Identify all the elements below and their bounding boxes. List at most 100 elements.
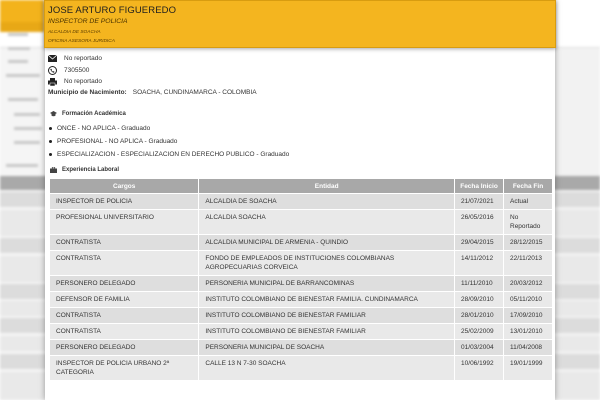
cell-cargo: PROFESIONAL UNIVERSITARIO [50,210,199,234]
cell-fecha-fin: 20/03/2012 [504,276,552,291]
background-accent-bar [0,0,44,22]
table-row: INSPECTOR DE POLICIA ALCALDIA DE SOACHA … [50,194,552,209]
profile-title: INSPECTOR DE POLICIA [48,18,128,25]
background-line [8,33,28,36]
cell-cargo: PERSONERO DELEGADO [50,276,199,291]
education-title: Formación Académica [62,110,126,117]
background-line [6,164,38,167]
cell-fecha-fin: 05/11/2010 [504,292,552,307]
contact-phone: 7305500 [64,67,90,74]
birthplace-value: SOACHA, CUNDINAMARCA - COLOMBIA [132,89,257,96]
cell-fecha-inicio: 10/06/1992 [455,356,503,380]
cell-fecha-fin: 22/11/2013 [504,251,552,275]
background-accent-bar-2 [0,22,44,32]
education-item-label: PROFESIONAL - NO APLICA - Graduado [57,138,178,145]
cell-entidad: FONDO DE EMPLEADOS DE INSTITUCIONES COLO… [199,251,455,275]
cell-fecha-fin: 19/01/1999 [504,356,552,380]
table-row: PERSONERO DELEGADO PERSONERIA MUNICIPAL … [50,276,552,291]
briefcase-icon [50,166,57,173]
cell-fecha-fin: 11/04/2008 [504,340,552,355]
cell-entidad: CALLE 13 N 7-30 SOACHA [199,356,455,380]
cell-fecha-fin: Actual [504,194,552,209]
cell-entidad: PERSONERIA MUNICIPAL DE BARRANCOMINAS [199,276,455,291]
cell-fecha-inicio: 21/07/2021 [455,194,503,209]
education-item-label: ONCE - NO APLICA - Graduado [57,125,151,132]
education-icon [50,110,57,117]
table-row: DEFENSOR DE FAMILIA INSTITUTO COLOMBIANO… [50,292,552,307]
education-item-label: ESPECIALIZACION - ESPECIALIZACION EN DER… [57,151,290,158]
background-line [14,127,42,130]
cell-entidad: ALCALDIA SOACHA [199,210,455,234]
table-row: CONTRATISTA ALCALDIA MUNICIPAL DE ARMENI… [50,235,552,250]
cell-cargo: DEFENSOR DE FAMILIA [50,292,199,307]
cell-entidad: PERSONERIA MUNICIPAL DE SOACHA [199,340,455,355]
cell-entidad: INSTITUTO COLOMBIANO DE BIENESTAR FAMILI… [199,308,455,323]
cell-cargo: CONTRATISTA [50,308,199,323]
cell-fecha-inicio: 26/05/2016 [455,210,503,234]
cell-entidad: INSTITUTO COLOMBIANO DE BIENESTAR FAMILI… [199,292,455,307]
cell-fecha-inicio: 28/01/2010 [455,308,503,323]
profile-entity: ALCALDIA DE SOACHA [48,30,101,35]
profile-name: JOSE ARTURO FIGUEREDO [48,5,177,16]
background-line [8,60,28,63]
profile-card: JOSE ARTURO FIGUEREDO INSPECTOR DE POLIC… [44,0,556,400]
cell-fecha-inicio: 29/04/2015 [455,235,503,250]
experience-table: Cargos Entidad Fecha Inicio Fecha Fin IN… [49,178,553,381]
background-line [14,141,40,144]
table-row: INSPECTOR DE POLICIA URBANO 2ª CATEGORIA… [50,356,552,380]
contact-fax-row: No reportado [48,76,248,87]
cell-cargo: CONTRATISTA [50,251,199,275]
column-header-entidad: Entidad [199,179,455,193]
cell-fecha-inicio: 25/02/2009 [455,324,503,339]
cell-cargo: INSPECTOR DE POLICIA URBANO 2ª CATEGORIA [50,356,199,380]
background-line [8,98,38,101]
column-header-cargos: Cargos [50,179,199,193]
education-list: ONCE - NO APLICA - Graduado PROFESIONAL … [49,122,289,161]
cell-fecha-inicio: 01/03/2004 [455,340,503,355]
cell-fecha-inicio: 14/11/2012 [455,251,503,275]
bullet-icon [49,127,52,130]
table-row: CONTRATISTA FONDO DE EMPLEADOS DE INSTIT… [50,251,552,275]
column-header-fecha-fin: Fecha Fin [504,179,552,193]
education-item: ESPECIALIZACION - ESPECIALIZACION EN DER… [49,148,289,161]
birthplace-row: Municipio de Nacimiento: SOACHA, CUNDINAM… [48,89,257,96]
education-section-title: Formación Académica [50,110,126,117]
birthplace-label: Municipio de Nacimiento: [48,89,127,96]
contact-phone-row: 7305500 [48,65,248,76]
table-row: CONTRATISTA INSTITUTO COLOMBIANO DE BIEN… [50,324,552,339]
cell-fecha-inicio: 11/11/2010 [455,276,503,291]
background-line [8,47,30,50]
contact-email: No reportado [64,55,102,62]
cell-cargo: INSPECTOR DE POLICIA [50,194,199,209]
bullet-icon [49,153,52,156]
profile-header: JOSE ARTURO FIGUEREDO INSPECTOR DE POLIC… [44,0,556,48]
fax-icon [48,77,57,86]
phone-icon [48,66,57,75]
cell-fecha-fin: 28/12/2015 [504,235,552,250]
bullet-icon [49,140,52,143]
profile-office: OFICINA ASESORA JURIDICA [48,39,115,44]
cell-fecha-fin: No Reportado [504,210,552,234]
cell-cargo: PERSONERO DELEGADO [50,340,199,355]
cell-cargo: CONTRATISTA [50,324,199,339]
table-row: CONTRATISTA INSTITUTO COLOMBIANO DE BIEN… [50,308,552,323]
cell-entidad: ALCALDIA DE SOACHA [199,194,455,209]
column-header-fecha-inicio: Fecha Inicio [455,179,503,193]
education-item: PROFESIONAL - NO APLICA - Graduado [49,135,289,148]
cell-fecha-inicio: 28/09/2010 [455,292,503,307]
contact-fax: No reportado [64,78,102,85]
background-line [14,113,40,116]
education-item: ONCE - NO APLICA - Graduado [49,122,289,135]
experience-title: Experiencia Laboral [62,166,120,173]
background-line [6,74,40,77]
cell-entidad: ALCALDIA MUNICIPAL DE ARMENIA - QUINDIO [199,235,455,250]
contact-email-row: No reportado [48,53,248,64]
envelope-icon [48,54,57,63]
table-row: PERSONERO DELEGADO PERSONERIA MUNICIPAL … [50,340,552,355]
experience-section-title: Experiencia Laboral [50,166,119,173]
table-header-row: Cargos Entidad Fecha Inicio Fecha Fin [50,179,552,193]
cell-entidad: INSTITUTO COLOMBIANO DE BIENESTAR FAMILI… [199,324,455,339]
cell-fecha-fin: 13/01/2010 [504,324,552,339]
cell-fecha-fin: 17/09/2010 [504,308,552,323]
cell-cargo: CONTRATISTA [50,235,199,250]
